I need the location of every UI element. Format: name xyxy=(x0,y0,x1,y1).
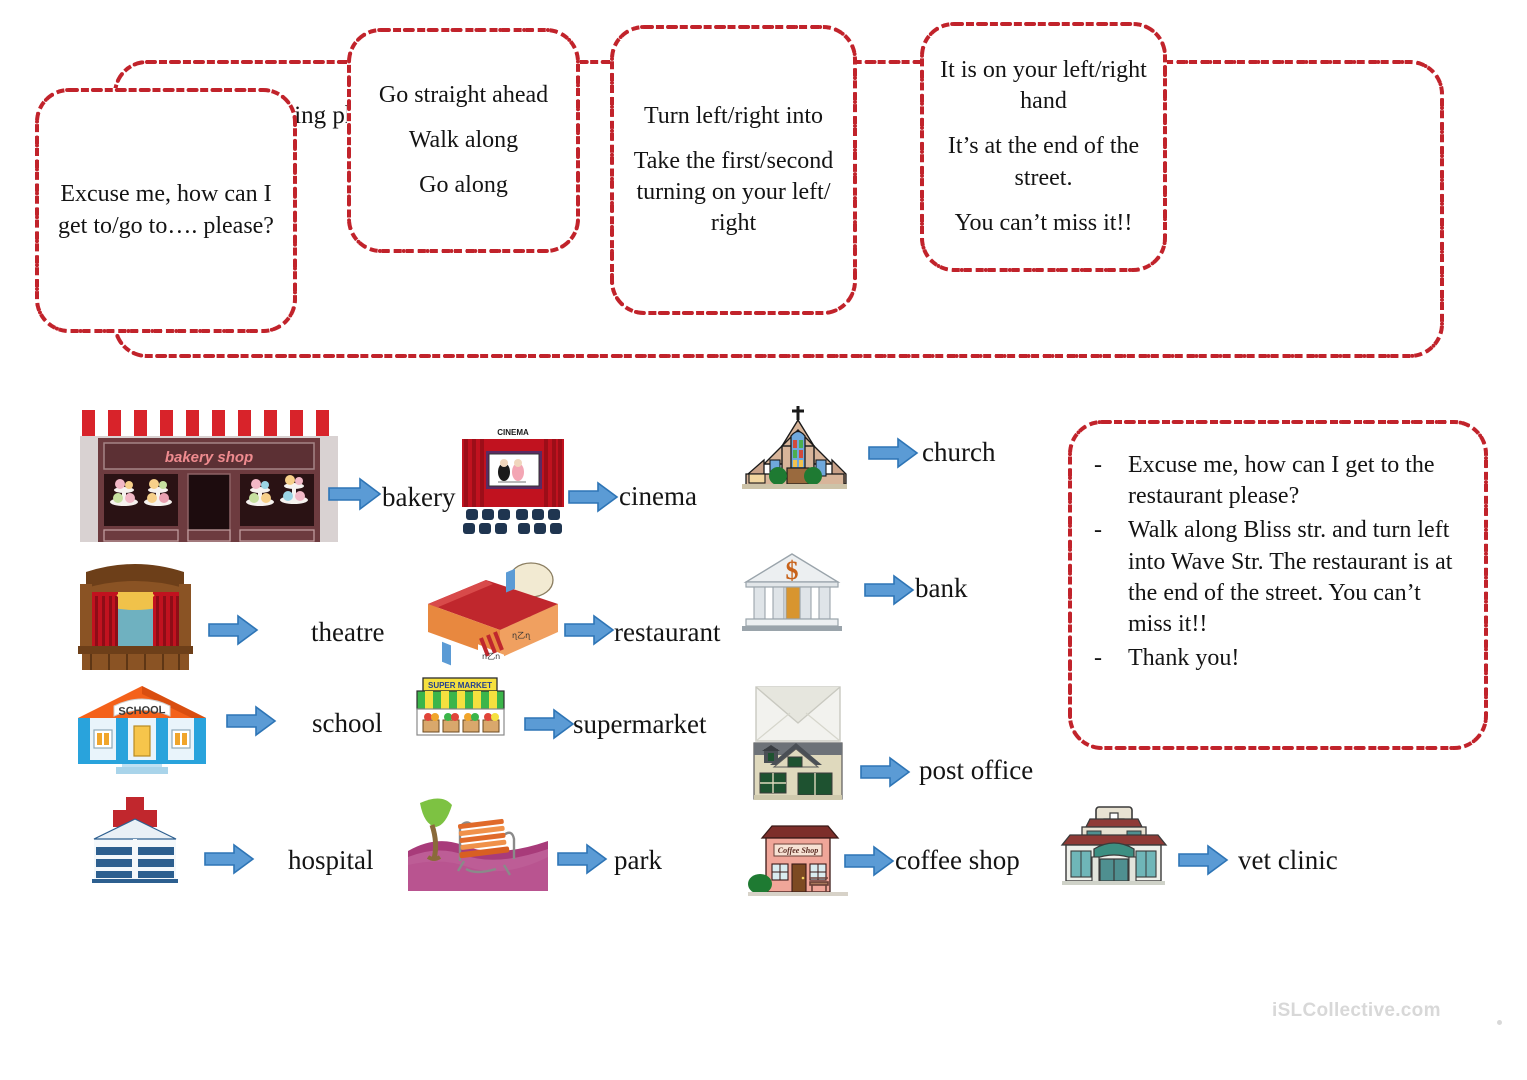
watermark-dot xyxy=(1497,1020,1502,1025)
restaurant-illustration: ո乙ո ղ乙ղ xyxy=(428,562,558,679)
svg-text:ղ乙ղ: ղ乙ղ xyxy=(512,631,531,640)
bank-illustration: $ xyxy=(742,553,842,631)
worksheet-page: Use the following phrases. Excuse me, ho… xyxy=(0,0,1527,1080)
vocab-label-cinema: cinema xyxy=(619,481,697,511)
vocab-label-coffee-shop: coffee shop xyxy=(895,845,1020,875)
supermarket-illustration: SUPER MARKET xyxy=(416,677,505,736)
theatre-stage-illustration xyxy=(78,564,193,670)
arrow-icon-coffee-shop xyxy=(844,845,895,877)
school-illustration: SCHOOL xyxy=(78,686,206,774)
post-office-illustration xyxy=(753,686,843,800)
arrow-icon-vet-clinic xyxy=(1178,844,1229,876)
vocab-item-restaurant: ո乙ո ղ乙ղ xyxy=(418,558,568,679)
vocab-label-theatre: theatre xyxy=(311,617,385,647)
phrase-line: Go along xyxy=(419,172,508,199)
svg-text:$: $ xyxy=(786,556,799,585)
vocab-item-supermarket: SUPER MARKET xyxy=(413,676,508,743)
arrow-icon-park xyxy=(557,843,608,875)
vocab-item-post-office xyxy=(748,683,848,808)
arrow-icon-hospital xyxy=(204,843,255,875)
svg-text:SUPER MARKET: SUPER MARKET xyxy=(428,681,492,690)
vocab-item-church xyxy=(742,402,847,497)
dash-marker: - xyxy=(1094,645,1102,672)
vocab-label-school: school xyxy=(312,708,383,738)
church-illustration xyxy=(742,406,847,489)
vocab-label-restaurant: restaurant xyxy=(614,617,721,647)
vocab-item-coffee-shop: Coffee Shop xyxy=(748,820,848,905)
phrase-line: Excuse me, how can I get to/go to…. plea… xyxy=(58,181,274,239)
phrase-line: Walk along xyxy=(408,126,519,153)
vocab-item-school: SCHOOL xyxy=(72,680,212,780)
vocab-label-bank: bank xyxy=(915,573,968,603)
dash-marker: - xyxy=(1094,517,1102,544)
vocab-item-vet-clinic xyxy=(1056,805,1171,892)
phrase-line: Take the first/second turning on your le… xyxy=(633,147,834,237)
dialogue-text: Walk along Bliss str. and turn left into… xyxy=(1128,517,1453,637)
arrow-icon-post-office xyxy=(860,756,911,788)
phrase-box-asking: Excuse me, how can I get to/go to…. plea… xyxy=(35,88,297,333)
arrow-icon-supermarket xyxy=(524,708,575,740)
svg-text:bakery shop: bakery shop xyxy=(165,449,253,466)
vocab-label-supermarket: supermarket xyxy=(573,709,707,739)
dash-marker: - xyxy=(1094,452,1102,478)
svg-text:SCHOOL: SCHOOL xyxy=(118,704,166,718)
vocab-item-hospital xyxy=(80,795,190,890)
svg-text:Coffee Shop: Coffee Shop xyxy=(778,846,819,855)
phrase-line: Turn left/right into xyxy=(643,102,824,129)
arrow-icon-restaurant xyxy=(564,614,615,646)
phrase-box-turning: Turn left/right into Take the first/seco… xyxy=(610,25,857,315)
vocab-label-vet-clinic: vet clinic xyxy=(1238,845,1338,875)
arrow-icon-cinema xyxy=(568,481,619,513)
vocab-item-park xyxy=(408,795,548,896)
arrow-icon-school xyxy=(226,705,277,737)
bakery-shop-illustration: bakery shop xyxy=(80,410,338,542)
coffee-shop-illustration: Coffee Shop xyxy=(748,825,848,896)
dialogue-text: Thank you! xyxy=(1128,645,1240,672)
dialogue-text: Excuse me, how can I get to the restaura… xyxy=(1128,452,1435,510)
dialogue-line: - Excuse me, how can I get to the restau… xyxy=(1094,450,1458,512)
cinema-illustration: CINEMA xyxy=(462,428,564,534)
svg-text:CINEMA: CINEMA xyxy=(497,428,529,437)
phrase-line: You can’t miss it!! xyxy=(954,209,1133,236)
arrow-icon-bakery xyxy=(328,477,382,511)
phrase-line: Go straight ahead xyxy=(378,81,549,108)
vocab-item-cinema: CINEMA xyxy=(458,425,568,550)
arrow-icon-bank xyxy=(864,574,915,606)
phrase-line: It’s at the end of the street. xyxy=(947,133,1140,191)
vet-clinic-illustration xyxy=(1060,806,1168,885)
dialogue-line: - Walk along Bliss str. and turn left in… xyxy=(1094,515,1458,640)
dialogue-list: - Excuse me, how can I get to the restau… xyxy=(1094,450,1458,674)
vocab-label-hospital: hospital xyxy=(288,845,374,875)
phrase-box-arriving: It is on your left/right hand It’s at th… xyxy=(920,22,1167,272)
vocab-label-bakery: bakery xyxy=(382,482,456,512)
arrow-icon-church xyxy=(868,437,919,469)
svg-text:ո乙ո: ո乙ո xyxy=(482,652,500,661)
sample-dialogue-box: - Excuse me, how can I get to the restau… xyxy=(1068,420,1488,750)
park-illustration xyxy=(408,798,548,891)
vocab-item-bank: $ xyxy=(742,550,842,639)
vocab-item-bakery: bakery shop xyxy=(80,390,338,550)
vocab-label-park: park xyxy=(614,845,662,875)
hospital-illustration xyxy=(92,797,178,883)
vocab-label-post-office: post office xyxy=(919,755,1034,785)
vocab-label-church: church xyxy=(922,437,996,467)
watermark-islcollective: iSLCollective.com xyxy=(1272,1000,1441,1021)
phrase-line: It is on your left/right hand xyxy=(940,57,1147,115)
vocab-item-theatre xyxy=(78,560,193,677)
phrase-box-going: Go straight ahead Walk along Go along xyxy=(347,28,580,253)
arrow-icon-theatre xyxy=(208,614,259,646)
dialogue-line: - Thank you! xyxy=(1094,643,1458,674)
